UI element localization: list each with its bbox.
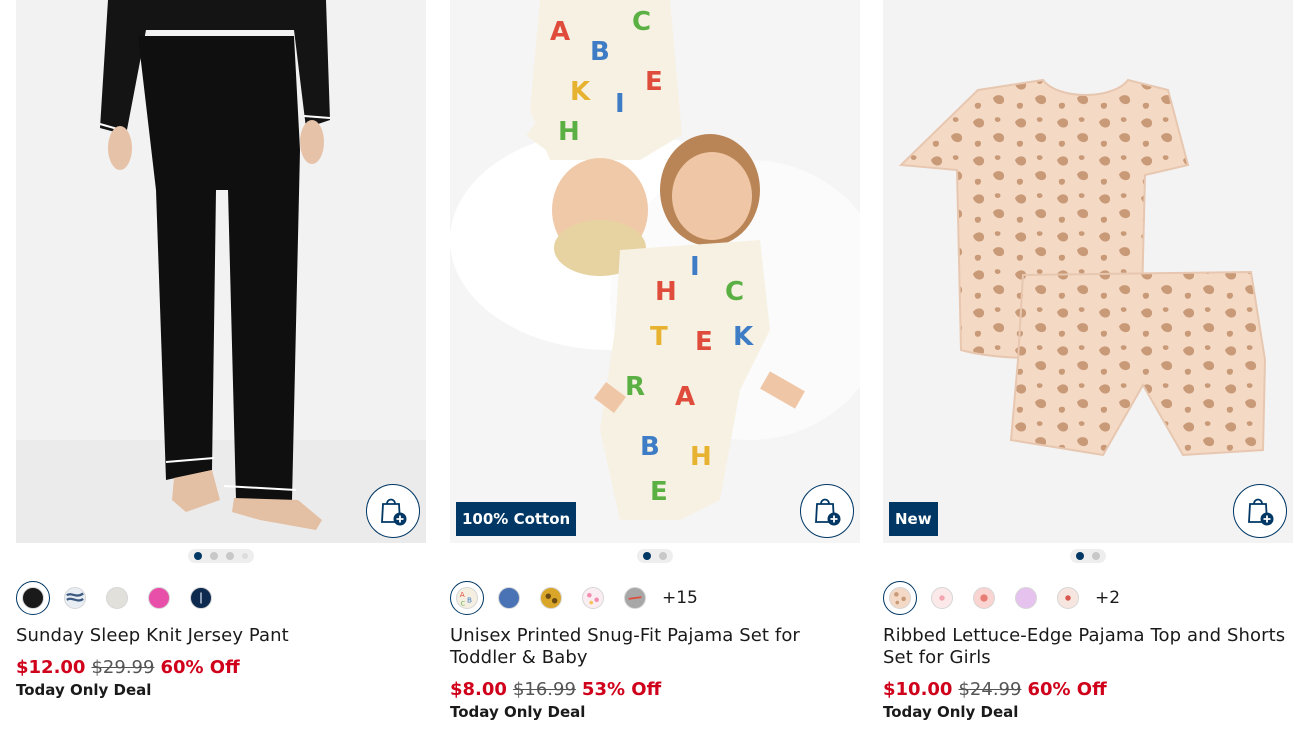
color-swatch-blue-print[interactable] <box>58 581 92 615</box>
svg-text:I: I <box>690 252 700 282</box>
product-photo-leopard-pajama-set <box>883 0 1293 543</box>
carousel-dot[interactable] <box>1092 552 1100 560</box>
product-card[interactable]: A B C K I E H H I C T E K R A B H E 100%… <box>450 0 860 722</box>
add-to-bag-button[interactable] <box>800 484 854 538</box>
color-swatches: ABC +15 <box>450 581 860 615</box>
color-swatch-gray-print[interactable] <box>618 581 652 615</box>
color-swatches: +2 <box>883 581 1293 615</box>
discount-label: 53% Off <box>581 679 662 700</box>
shopping-bag-plus-icon <box>815 498 841 526</box>
svg-text:T: T <box>650 322 668 352</box>
color-swatches <box>16 581 426 615</box>
image-carousel-dots[interactable] <box>883 549 1293 565</box>
more-colors-link[interactable]: +2 <box>1095 588 1120 608</box>
product-card[interactable]: New +2 Ribbed Lettuce-Edge Pajama Top an… <box>883 0 1293 722</box>
color-swatch-lavender[interactable] <box>1009 581 1043 615</box>
carousel-dot[interactable] <box>226 552 234 560</box>
color-swatch-pink-print[interactable] <box>576 581 610 615</box>
carousel-dot[interactable] <box>659 552 667 560</box>
original-price: $16.99 <box>512 679 576 700</box>
svg-text:B: B <box>640 432 660 462</box>
carousel-dot[interactable] <box>1076 552 1084 560</box>
deal-label: Today Only Deal <box>883 703 1019 721</box>
discount-label: 60% Off <box>1027 679 1107 700</box>
product-title[interactable]: Unisex Printed Snug-Fit Pajama Set for T… <box>450 625 860 669</box>
product-badge: New <box>889 502 938 536</box>
product-badge: 100% Cotton <box>456 502 577 536</box>
color-swatch-light-pink[interactable] <box>925 581 959 615</box>
svg-text:C: C <box>632 7 651 37</box>
color-swatch-floral[interactable] <box>1051 581 1085 615</box>
color-swatch-alphabet-print[interactable]: ABC <box>450 581 484 615</box>
svg-text:B: B <box>467 596 472 605</box>
carousel-dot[interactable] <box>242 553 248 559</box>
color-swatch-yellow-print[interactable] <box>534 581 568 615</box>
sale-price: $8.00 <box>450 679 507 700</box>
discount-label: 60% Off <box>160 657 240 678</box>
color-swatch-navy[interactable] <box>184 581 218 615</box>
product-image[interactable] <box>16 0 426 543</box>
svg-text:R: R <box>625 372 645 402</box>
product-photo-black-pajama-pant <box>16 0 426 543</box>
svg-text:H: H <box>558 117 580 147</box>
color-swatch-blue[interactable] <box>492 581 526 615</box>
product-card[interactable]: Sunday Sleep Knit Jersey Pant $12.00 $29… <box>16 0 426 700</box>
sale-price: $10.00 <box>883 679 953 700</box>
svg-text:A: A <box>675 382 695 412</box>
add-to-bag-button[interactable] <box>1233 484 1287 538</box>
svg-text:H: H <box>690 442 712 472</box>
svg-text:I: I <box>615 89 625 119</box>
svg-text:E: E <box>695 327 713 357</box>
svg-text:K: K <box>570 77 591 107</box>
product-title[interactable]: Sunday Sleep Knit Jersey Pant <box>16 625 426 647</box>
carousel-dot[interactable] <box>210 552 218 560</box>
price-row: $10.00 $24.99 60% Off <box>883 679 1293 701</box>
carousel-dot[interactable] <box>194 552 202 560</box>
svg-text:E: E <box>645 67 663 97</box>
color-swatch-coral-print[interactable] <box>967 581 1001 615</box>
product-photo-kids-alphabet-pajamas: A B C K I E H H I C T E K R A B H E <box>450 0 860 543</box>
product-title[interactable]: Ribbed Lettuce-Edge Pajama Top and Short… <box>883 625 1293 669</box>
color-swatch-cream[interactable] <box>100 581 134 615</box>
svg-text:C: C <box>461 600 466 607</box>
svg-text:B: B <box>590 37 610 67</box>
deal-label: Today Only Deal <box>16 681 152 699</box>
price-row: $8.00 $16.99 53% Off <box>450 679 860 701</box>
svg-text:E: E <box>650 477 668 507</box>
price-row: $12.00 $29.99 60% Off <box>16 657 426 679</box>
svg-text:A: A <box>460 590 465 599</box>
deal-label: Today Only Deal <box>450 703 586 721</box>
svg-text:C: C <box>725 277 744 307</box>
shopping-bag-plus-icon <box>381 498 407 526</box>
product-image[interactable]: A B C K I E H H I C T E K R A B H E 100%… <box>450 0 860 543</box>
product-image[interactable]: New <box>883 0 1293 543</box>
color-swatch-leopard[interactable] <box>883 581 917 615</box>
svg-text:K: K <box>733 322 754 352</box>
shopping-bag-plus-icon <box>1248 498 1274 526</box>
add-to-bag-button[interactable] <box>366 484 420 538</box>
carousel-dot[interactable] <box>643 552 651 560</box>
svg-text:A: A <box>550 17 570 47</box>
color-swatch-black[interactable] <box>16 581 50 615</box>
image-carousel-dots[interactable] <box>450 549 860 565</box>
more-colors-link[interactable]: +15 <box>662 588 698 608</box>
sale-price: $12.00 <box>16 657 86 678</box>
svg-text:H: H <box>655 277 677 307</box>
original-price: $24.99 <box>958 679 1022 700</box>
color-swatch-pink[interactable] <box>142 581 176 615</box>
image-carousel-dots[interactable] <box>16 549 426 565</box>
original-price: $29.99 <box>91 657 155 678</box>
